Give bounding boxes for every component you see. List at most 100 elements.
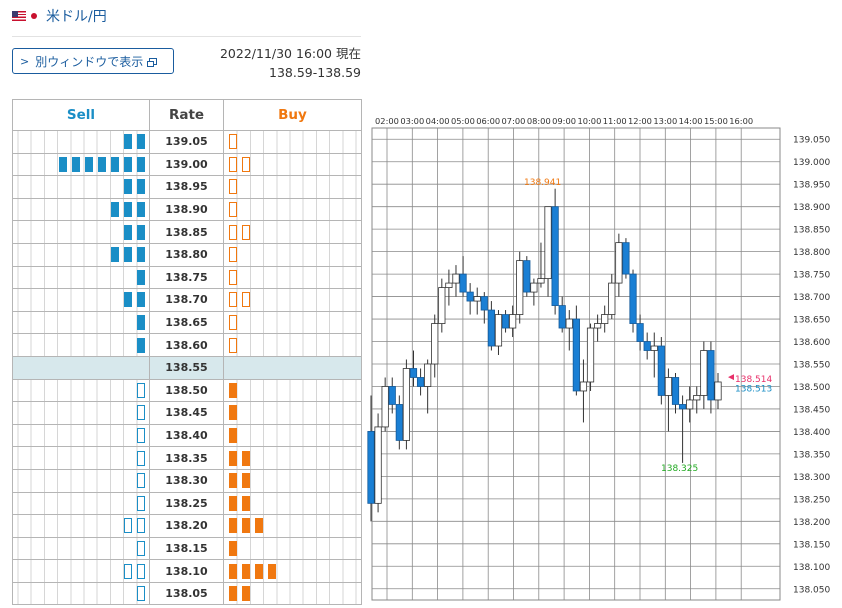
candle-body: [586, 327, 595, 383]
buy-block: [228, 563, 237, 579]
rate-cell: 138.05: [149, 581, 224, 606]
x-tick-label: 13:00: [653, 116, 677, 126]
sell-bars: [12, 559, 150, 583]
sell-block: [123, 134, 132, 150]
y-tick-label: 138.450: [793, 405, 830, 415]
rate-cell: 138.55: [149, 355, 224, 380]
candle-body: [381, 386, 389, 428]
sell-bars: [12, 175, 150, 199]
buy-block: [228, 586, 237, 602]
candle-body: [438, 287, 446, 324]
y-tick-label: 138.150: [793, 540, 830, 550]
sell-block: [136, 156, 145, 172]
candle-body: [657, 345, 665, 396]
order-row: 138.50: [12, 378, 362, 403]
sell-block: [136, 337, 145, 353]
buy-bars: [223, 378, 362, 403]
buy-bars: [223, 536, 362, 561]
buy-bars: [223, 355, 362, 380]
rate-cell: 138.65: [149, 310, 224, 335]
y-tick-label: 138.900: [793, 203, 830, 213]
candle-body: [629, 273, 637, 324]
candle-body: [452, 273, 460, 284]
sell-bars: [12, 355, 150, 380]
sell-block: [136, 269, 145, 285]
buy-block: [228, 450, 237, 466]
sell-bars: [12, 491, 150, 516]
buy-block: [228, 202, 237, 218]
y-tick-label: 138.700: [793, 293, 830, 303]
candle-body: [509, 314, 517, 329]
candle-body: [445, 282, 453, 288]
candle-body: [530, 282, 538, 293]
buy-bars: [223, 491, 362, 516]
y-tick-label: 138.950: [793, 181, 830, 191]
candlestick-chart: 139.050 139.000 138.950 138.900 138.850 138.8…: [367, 116, 830, 601]
sell-block: [136, 518, 145, 534]
y-tick-label: 138.350: [793, 450, 830, 460]
sell-block: [136, 224, 145, 240]
buy-bars: [223, 242, 362, 267]
buy-block: [228, 269, 237, 285]
candle-body: [537, 278, 545, 284]
pair-title: 米ドル/円: [46, 9, 107, 25]
rate-header: Rate: [149, 99, 224, 131]
sell-bars: [12, 242, 150, 267]
sell-bars: [12, 130, 150, 154]
buy-block: [254, 518, 263, 534]
rate-cell: 139.05: [149, 130, 224, 154]
rate-cell: 138.70: [149, 288, 224, 312]
rate-cell: 138.45: [149, 401, 224, 425]
buy-bars: [223, 401, 362, 425]
sell-bars: [12, 310, 150, 335]
order-row: 138.05: [12, 581, 362, 606]
buy-bars: [223, 333, 362, 357]
rate-cell: 138.95: [149, 175, 224, 199]
buy-block: [228, 224, 237, 240]
sell-block: [136, 405, 145, 421]
buy-bars: [223, 468, 362, 493]
rate-cell: 138.40: [149, 423, 224, 448]
order-row: 138.20: [12, 514, 362, 538]
buy-block: [241, 518, 250, 534]
candle-body: [686, 399, 694, 410]
buy-block: [228, 428, 237, 444]
candle-body: [693, 395, 701, 401]
buy-bars: [223, 197, 362, 222]
buy-bars: [223, 514, 362, 538]
order-row: 138.30: [12, 468, 362, 493]
candle-body: [402, 368, 411, 441]
sell-block: [136, 134, 145, 150]
buy-block: [228, 292, 237, 308]
sell-bars: [12, 197, 150, 222]
candle-body: [601, 314, 609, 324]
open-window-button[interactable]: > 別ウィンドウで表示: [12, 48, 174, 74]
buy-bars: [223, 152, 362, 177]
rate-cell: 138.35: [149, 446, 224, 470]
pair-header: 米ドル/円: [12, 6, 107, 26]
sell-block: [136, 473, 145, 489]
order-row: 139.00: [12, 152, 362, 177]
buy-bars: [223, 265, 362, 290]
x-tick-label: 11:00: [603, 116, 627, 126]
buy-bars: [223, 288, 362, 312]
candle-body: [466, 291, 474, 302]
candle-body: [636, 323, 644, 342]
y-tick-label: 139.000: [793, 158, 830, 168]
candle-body: [388, 386, 396, 405]
sell-block: [136, 586, 145, 602]
candle-body: [664, 377, 673, 396]
rate-cell: 138.20: [149, 514, 224, 538]
sell-block: [123, 292, 132, 308]
buy-bars: [223, 423, 362, 448]
x-tick-label: 10:00: [577, 116, 601, 126]
sell-block: [123, 156, 132, 172]
buy-block: [241, 156, 250, 172]
order-row: 138.15: [12, 536, 362, 561]
buy-block: [228, 134, 237, 150]
rate-cell: 138.85: [149, 220, 224, 244]
timestamp-block: 2022/11/30 16:00 現在 138.59-138.59: [220, 44, 361, 82]
y-tick-label: 139.050: [793, 136, 830, 146]
candle-body: [424, 363, 432, 387]
buy-bars: [223, 310, 362, 335]
